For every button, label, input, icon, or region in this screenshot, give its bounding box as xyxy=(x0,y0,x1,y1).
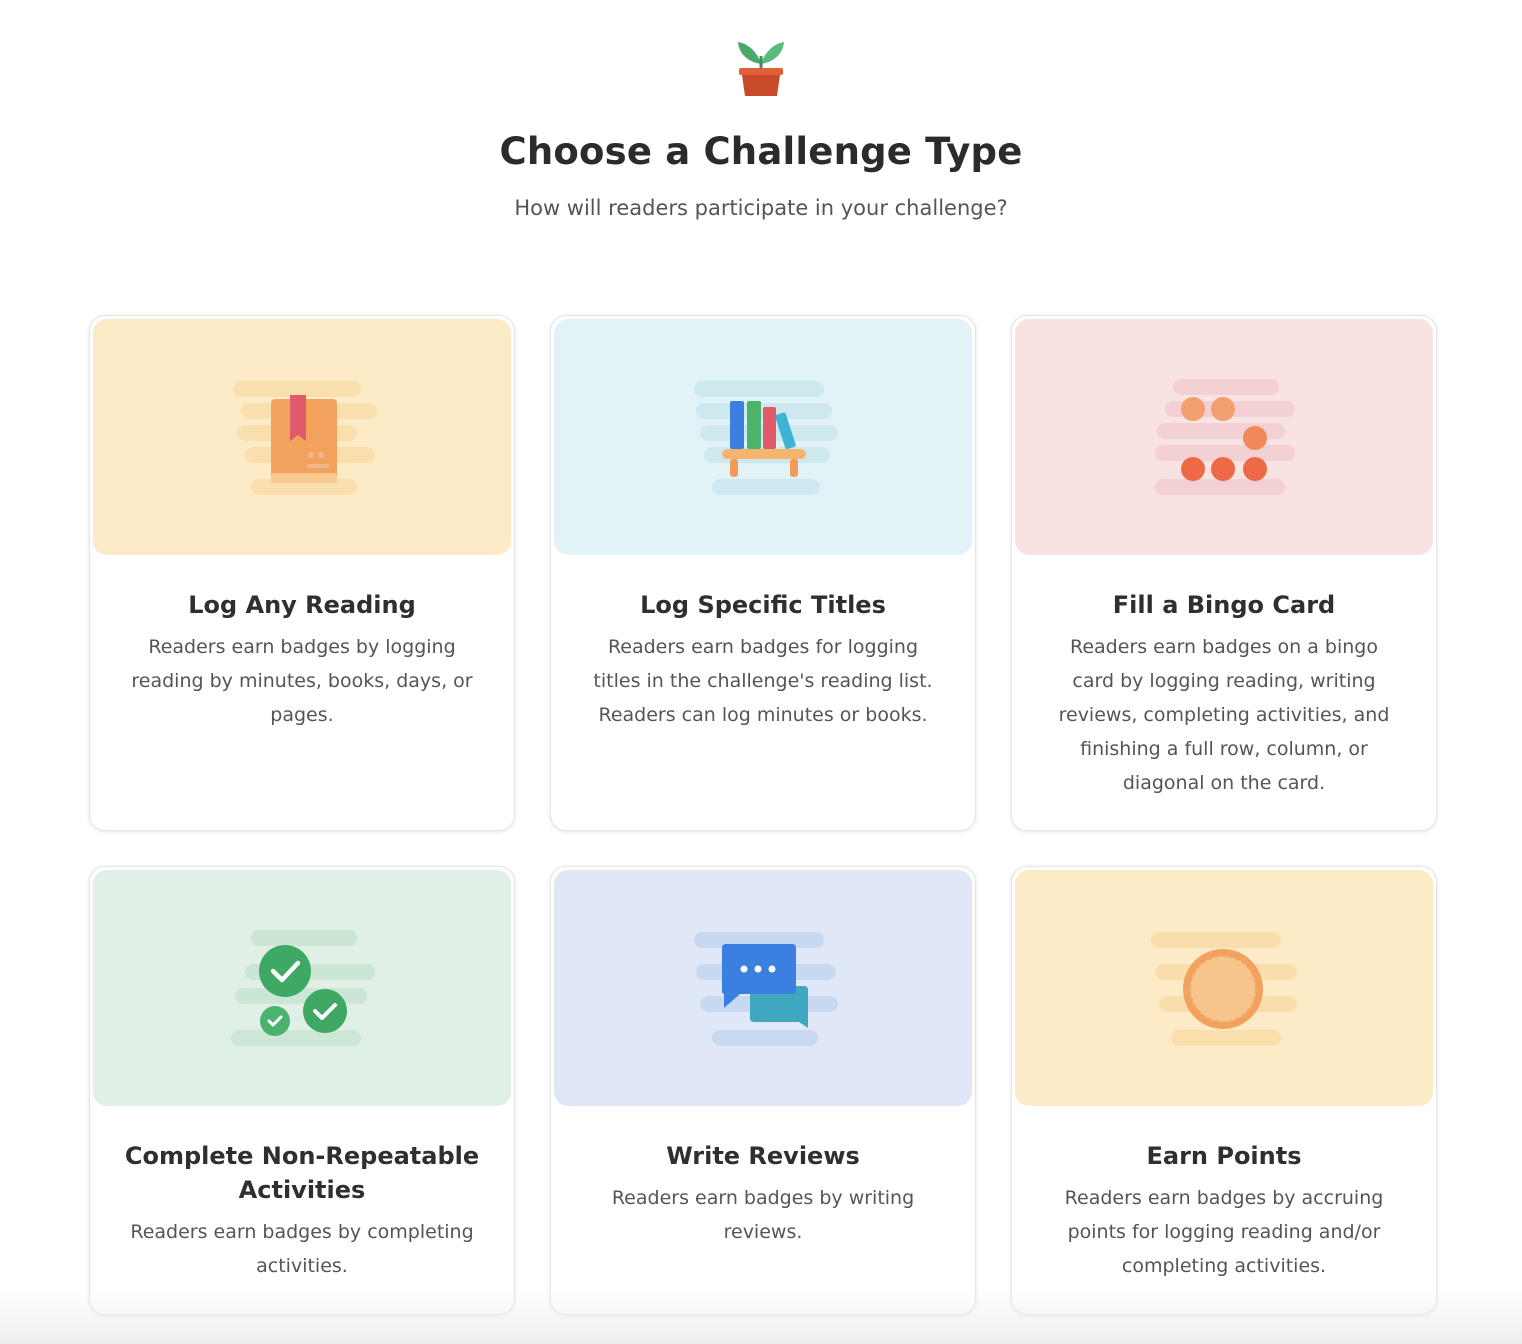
challenge-type-card-earn-points[interactable]: Earn Points Readers earn badges by accru… xyxy=(1011,866,1437,1315)
page-subtitle: How will readers participate in your cha… xyxy=(514,196,1008,220)
card-description: Readers earn badges by writing reviews. xyxy=(611,1187,915,1243)
challenge-type-card-complete-non-repeatable-activities[interactable]: Complete Non-Repeatable Activities Reade… xyxy=(89,866,515,1315)
card-title: Log Any Reading xyxy=(188,591,416,619)
card-illustration xyxy=(554,870,972,1106)
card-description: Readers earn badges for logging titles i… xyxy=(593,636,933,726)
card-illustration xyxy=(554,319,972,555)
challenge-type-card-write-reviews[interactable]: Write Reviews Readers earn badges by wri… xyxy=(550,866,976,1315)
check-circles-icon xyxy=(231,930,375,1046)
card-illustration xyxy=(93,870,511,1106)
bookshelf-icon xyxy=(694,381,838,495)
page-title: Choose a Challenge Type xyxy=(499,130,1023,173)
challenge-type-page: Choose a Challenge Type How will readers… xyxy=(0,0,1522,1344)
card-title: Fill a Bingo Card xyxy=(1112,591,1336,619)
chat-bubbles-icon xyxy=(694,932,838,1046)
bingo-dots-icon xyxy=(1155,379,1295,495)
card-description: Readers earn badges by logging reading b… xyxy=(131,636,473,726)
card-description: Readers earn badges on a bingo card by l… xyxy=(1058,636,1390,794)
challenge-type-card-log-specific-titles[interactable]: Log Specific Titles Readers earn badges … xyxy=(550,315,976,831)
card-description: Readers earn badges by completing activi… xyxy=(130,1221,474,1277)
card-title: Earn Points xyxy=(1146,1142,1302,1170)
book-bookmark-icon xyxy=(233,381,377,495)
points-coin-icon xyxy=(1151,932,1297,1046)
card-illustration xyxy=(1015,870,1433,1106)
challenge-type-card-fill-a-bingo-card[interactable]: Fill a Bingo Card Readers earn badges on… xyxy=(1011,315,1437,831)
card-title: Log Specific Titles xyxy=(640,591,886,619)
card-title: Complete Non-Repeatable Activities xyxy=(124,1142,480,1204)
card-title: Write Reviews xyxy=(666,1142,860,1170)
challenge-type-card-log-any-reading[interactable]: Log Any Reading Readers earn badges by l… xyxy=(89,315,515,831)
card-description: Readers earn badges by accruing points f… xyxy=(1064,1187,1384,1277)
potted-plant-icon xyxy=(738,42,784,96)
card-illustration xyxy=(1015,319,1433,555)
card-illustration xyxy=(93,319,511,555)
